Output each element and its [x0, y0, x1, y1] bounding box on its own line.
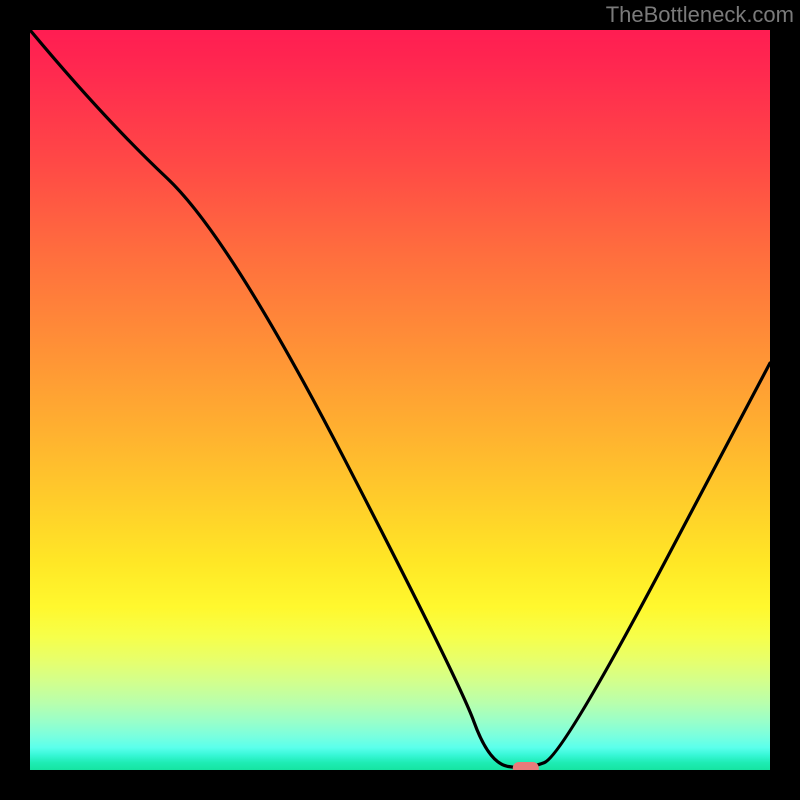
chart-overlay	[30, 30, 770, 770]
chart-frame: TheBottleneck.com	[0, 0, 800, 800]
optimum-marker	[513, 762, 539, 770]
watermark-text: TheBottleneck.com	[606, 2, 794, 28]
bottleneck-curve	[30, 30, 770, 768]
plot-area	[30, 30, 770, 770]
